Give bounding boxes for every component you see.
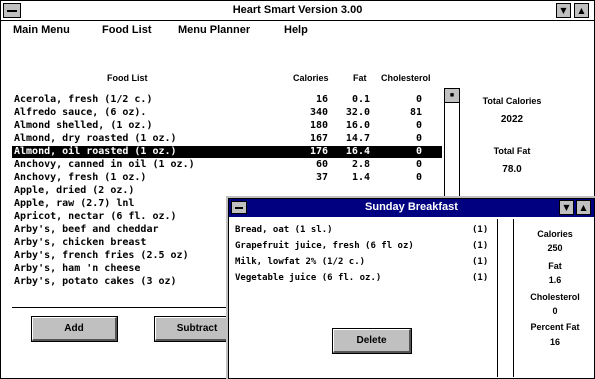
header-cholesterol: Cholesterol <box>381 73 431 83</box>
meal-items-list[interactable]: Bread, oat (1 sl.) (1) Grapefruit juice, … <box>231 219 517 319</box>
total-fat-label: Total Fat <box>493 146 531 156</box>
menu-help[interactable]: Help <box>284 24 308 36</box>
minimize-button[interactable]: ▼ <box>556 3 571 18</box>
fat-label: Fat <box>548 261 562 271</box>
header-calories: Calories <box>293 73 329 83</box>
meal-item[interactable]: Vegetable juice (6 fl. oz.) (1) <box>235 273 515 287</box>
header-food-list: Food List <box>107 73 148 83</box>
percent-fat-label: Percent Fat <box>530 322 580 332</box>
cholesterol-value: 0 <box>552 306 558 316</box>
food-row-selected[interactable]: Almond, oil roasted (1 oz.) 176 16.4 0 <box>12 146 442 158</box>
cholesterol-label: Cholesterol <box>530 292 580 302</box>
menu-main-menu[interactable]: Main Menu <box>13 24 70 36</box>
window-title: Heart Smart Version 3.00 <box>232 4 363 16</box>
meal-item[interactable]: Milk, lowfat 2% (1/2 c.) (1) <box>235 257 515 271</box>
add-button[interactable]: Add <box>31 316 118 342</box>
menu-food-list[interactable]: Food List <box>102 24 152 36</box>
food-row[interactable]: Acerola, fresh (1/2 c.) 16 0.1 0 <box>12 94 442 106</box>
meal-item[interactable]: Grapefruit juice, fresh (6 fl oz) (1) <box>235 241 515 255</box>
sunday-breakfast-window: Sunday Breakfast ▼ ▲ Bread, oat (1 sl.)(… <box>226 196 595 379</box>
percent-fat-value: 16 <box>549 337 560 347</box>
total-calories-value: 2022 <box>500 114 524 125</box>
meal-list-scrollbar[interactable] <box>497 219 514 377</box>
calories-label: Calories <box>537 229 573 239</box>
header-fat: Fat <box>353 73 367 83</box>
food-row[interactable]: Anchovy, fresh (1 oz.) 37 1.4 0 <box>12 172 442 184</box>
menu-menu-planner[interactable]: Menu Planner <box>178 24 250 36</box>
food-row[interactable]: Apple, dried (2 oz.) <box>12 185 442 197</box>
child-window-title: Sunday Breakfast <box>365 201 458 213</box>
food-row[interactable]: Anchovy, canned in oil (1 oz.) 60 2.8 0 <box>12 159 442 171</box>
calories-value: 250 <box>547 243 563 253</box>
total-fat-value: 78.0 <box>502 164 522 175</box>
child-maximize-button[interactable]: ▲ <box>576 200 591 215</box>
food-row[interactable]: Almond, dry roasted (1 oz.) 167 14.7 0 <box>12 133 442 145</box>
food-row[interactable]: Alfredo sauce, (6 oz). 340 32.0 81 <box>12 107 442 119</box>
menu-bar: Main Menu Food List Menu Planner Help <box>1 22 594 39</box>
scroll-thumb[interactable]: ■ <box>445 89 459 103</box>
fat-value: 1.6 <box>548 275 562 285</box>
total-calories-label: Total Calories <box>482 96 542 106</box>
meal-item[interactable]: Bread, oat (1 sl.) (1) <box>235 225 515 239</box>
child-minimize-button[interactable]: ▼ <box>559 200 574 215</box>
food-row[interactable]: Almond shelled, (1 oz.) 180 16.0 0 <box>12 120 442 132</box>
delete-button[interactable]: Delete <box>332 328 412 354</box>
maximize-button[interactable]: ▲ <box>574 3 589 18</box>
child-title-bar[interactable]: Sunday Breakfast ▼ ▲ <box>229 199 594 217</box>
title-bar[interactable]: Heart Smart Version 3.00 ▼ ▲ <box>1 1 594 21</box>
